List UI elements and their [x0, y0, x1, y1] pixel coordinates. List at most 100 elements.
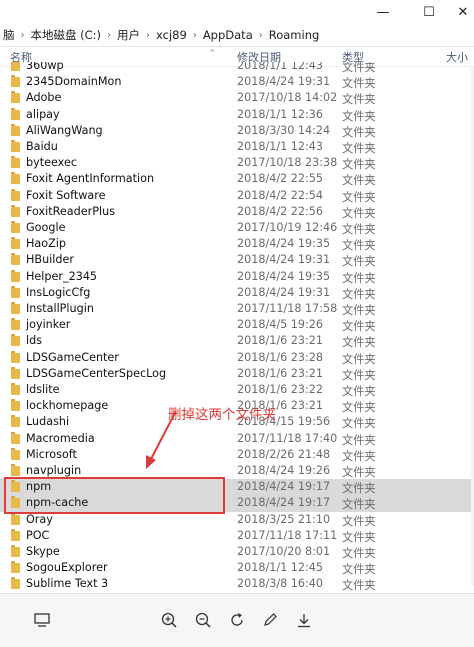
file-row[interactable]: Helper_2345 2018/4/24 19:35 文件夹: [0, 269, 474, 285]
file-row[interactable]: Microsoft 2018/2/26 21:48 文件夹: [0, 447, 474, 463]
file-row[interactable]: POC 2017/11/18 17:11 文件夹: [0, 528, 474, 544]
file-name: lds: [26, 334, 43, 348]
maximize-button[interactable]: ☐: [412, 0, 446, 24]
minimize-button[interactable]: —: [366, 0, 400, 24]
file-row[interactable]: lds 2018/1/6 23:21 文件夹: [0, 333, 474, 349]
folder-icon: [11, 334, 20, 347]
file-type: 文件夹: [342, 206, 376, 220]
breadcrumb-item[interactable]: Roaming: [266, 28, 323, 42]
chevron-right-icon: ›: [20, 29, 25, 41]
folder-icon: [11, 221, 20, 233]
file-modified: 2018/4/24 19:35: [237, 237, 331, 251]
file-type: 文件夹: [342, 223, 376, 236]
file-type: 文件夹: [342, 304, 376, 317]
file-name: Foxit AgentInformation: [26, 172, 155, 186]
file-name: lockhomepage: [26, 399, 109, 413]
file-type: 文件夹: [342, 125, 376, 139]
chevron-right-icon: ›: [107, 29, 112, 41]
file-type: 文件夹: [342, 385, 376, 398]
file-modified: 2018/1/6 23:22: [237, 383, 324, 396]
file-row[interactable]: Sublime Text 3 2018/3/8 16:40 文件夹: [0, 576, 474, 592]
folder-icon: [11, 237, 20, 250]
file-row[interactable]: InsLogicCfg 2018/4/24 19:31 文件夹: [0, 285, 474, 301]
download-button[interactable]: [292, 608, 316, 632]
file-type: 文件夹: [342, 498, 376, 512]
file-row[interactable]: joyinker 2018/4/5 19:26 文件夹: [0, 317, 474, 333]
file-row[interactable]: AliWangWang 2018/3/30 14:24 文件夹: [0, 123, 474, 139]
folder-icon: [11, 91, 20, 104]
monitor-button[interactable]: [30, 608, 54, 632]
file-modified: 2018/3/25 21:10: [237, 512, 331, 526]
file-row[interactable]: ldslite 2018/1/6 23:22 文件夹: [0, 382, 474, 398]
file-name: Microsoft: [26, 447, 77, 461]
file-modified: 2018/4/2 22:55: [237, 172, 324, 186]
annotation-label: 删掉这两个文件夹: [168, 407, 276, 423]
file-modified: 2018/1/6 23:28: [237, 350, 324, 364]
file-row[interactable]: Skype 2017/10/20 8:01 文件夹: [0, 544, 474, 560]
file-row[interactable]: Macromedia 2017/11/18 17:40 文件夹: [0, 431, 474, 447]
file-row[interactable]: Oray 2018/3/25 21:10 文件夹: [0, 512, 474, 528]
folder-icon: [11, 577, 20, 590]
breadcrumb[interactable]: 脑 › 本地磁盘 (C:) › 用户 › xcj89 › AppData › R…: [0, 24, 474, 47]
file-type: 文件夹: [342, 401, 376, 415]
file-name: Baidu: [26, 140, 58, 153]
folder-icon: [11, 75, 20, 88]
minimize-icon: —: [376, 4, 390, 20]
file-name: alipay: [26, 107, 60, 121]
file-name: FoxitReaderPlus: [26, 204, 116, 218]
file-modified: 2018/1/6 23:21: [237, 334, 324, 348]
close-button[interactable]: ✕: [446, 0, 474, 24]
file-row[interactable]: Google 2017/10/19 12:46 文件夹: [0, 220, 474, 236]
file-name: InstallPlugin: [26, 302, 94, 315]
file-type: 文件夹: [342, 530, 376, 544]
file-row[interactable]: Baidu 2018/1/1 12:43 文件夹: [0, 139, 474, 155]
zoom-out-button[interactable]: [191, 608, 215, 632]
file-row[interactable]: HBuilder 2018/4/24 19:31 文件夹: [0, 252, 474, 268]
file-type: 文件夹: [342, 255, 376, 269]
file-row[interactable]: LDSGameCenter 2018/1/6 23:28 文件夹: [0, 350, 474, 366]
breadcrumb-item[interactable]: AppData: [200, 28, 256, 42]
file-modified: 2018/4/2 22:54: [237, 188, 324, 202]
file-modified: 2017/11/18 17:11: [237, 528, 338, 542]
folder-icon: [11, 253, 20, 266]
rotate-button[interactable]: [225, 608, 249, 632]
breadcrumb-item[interactable]: 本地磁盘 (C:): [28, 27, 105, 43]
file-type: 文件夹: [342, 190, 376, 204]
file-row[interactable]: FoxitReaderPlus 2018/4/2 22:56 文件夹: [0, 204, 474, 220]
breadcrumb-item[interactable]: 用户: [114, 27, 143, 43]
file-modified: 2018/4/24 19:17: [237, 480, 331, 494]
file-row[interactable]: Adobe 2017/10/18 14:02 文件夹: [0, 90, 474, 106]
file-modified: 2018/4/24 19:26: [237, 464, 331, 477]
folder-icon: [11, 188, 20, 201]
edit-button[interactable]: [258, 608, 282, 632]
file-row[interactable]: HaoZip 2018/4/24 19:35 文件夹: [0, 236, 474, 252]
file-type: 文件夹: [342, 433, 376, 447]
file-row[interactable]: SogouExplorer 2018/1/1 12:45 文件夹: [0, 560, 474, 576]
file-modified: 2017/11/18 17:40: [237, 431, 338, 445]
file-modified: 2018/3/30 14:24: [237, 123, 331, 137]
file-type: 文件夹: [342, 93, 376, 107]
file-modified: 2018/4/24 19:31: [237, 253, 331, 267]
file-row[interactable]: 360wp 2018/1/1 12:43 文件夹: [0, 62, 474, 74]
file-type: 文件夹: [342, 271, 376, 285]
folder-icon: [11, 528, 20, 541]
file-modified: 2017/10/18 14:02: [237, 91, 338, 105]
file-modified: 2018/4/2 22:56: [237, 204, 324, 218]
file-modified: 2018/2/26 21:48: [237, 447, 331, 461]
file-row[interactable]: Foxit Software 2018/4/2 22:54 文件夹: [0, 188, 474, 204]
file-row[interactable]: InstallPlugin 2017/11/18 17:58 文件夹: [0, 301, 474, 317]
file-modified: 2018/1/1 12:43: [237, 140, 324, 153]
file-row[interactable]: 2345DomainMon 2018/4/24 19:31 文件夹: [0, 74, 474, 90]
file-row[interactable]: byteexec 2017/10/18 23:38 文件夹: [0, 155, 474, 171]
breadcrumb-item[interactable]: 脑: [0, 27, 18, 43]
folder-icon: [11, 285, 20, 298]
zoom-in-button[interactable]: [157, 608, 181, 632]
file-row[interactable]: alipay 2018/1/1 12:36 文件夹: [0, 107, 474, 123]
file-row[interactable]: LDSGameCenterSpecLog 2018/1/6 23:21 文件夹: [0, 366, 474, 382]
edit-icon: [264, 613, 277, 626]
file-row[interactable]: Foxit AgentInformation 2018/4/2 22:55 文件夹: [0, 171, 474, 187]
breadcrumb-item[interactable]: xcj89: [153, 28, 190, 42]
folder-icon: [11, 415, 20, 428]
file-modified: 2018/1/1 12:36: [237, 107, 324, 121]
file-modified: 2018/1/1 12:43: [237, 62, 324, 72]
